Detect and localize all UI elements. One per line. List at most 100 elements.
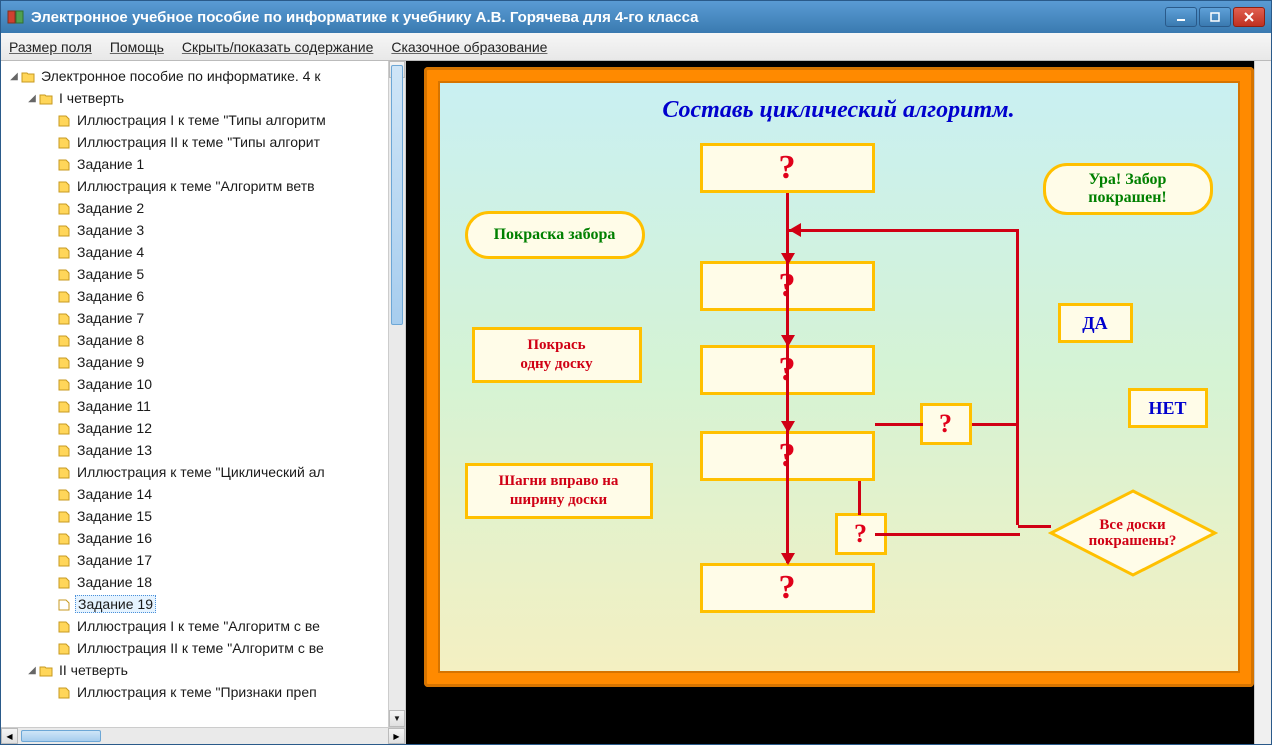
page-icon	[57, 488, 71, 500]
tree-item[interactable]: Задание 8	[1, 329, 405, 351]
label-yes[interactable]: ДА	[1058, 303, 1133, 343]
page-icon	[57, 180, 71, 192]
page-icon	[57, 114, 71, 126]
menu-help[interactable]: Помощь	[110, 39, 164, 55]
tree-item[interactable]: Иллюстрация к теме "Циклический ал	[1, 461, 405, 483]
page-icon	[57, 598, 71, 610]
page-icon	[57, 686, 71, 698]
tree-item[interactable]: Задание 7	[1, 307, 405, 329]
pill-right[interactable]: Ура! Забор покрашен!	[1043, 163, 1213, 215]
book-icon	[21, 70, 35, 82]
tree-item[interactable]: Иллюстрация II к теме "Алгоритм с ве	[1, 637, 405, 659]
hint-paint[interactable]: Покрась одну доску	[472, 327, 642, 383]
pill-left[interactable]: Покраска забора	[465, 211, 645, 259]
tree-item-label: Задание 16	[75, 530, 154, 546]
tree-item-label: Задание 9	[75, 354, 146, 370]
expand-toggle-icon[interactable]: ◢	[25, 665, 39, 676]
decision-diamond[interactable]: Все доскипокрашены?	[1048, 488, 1218, 578]
flow-line	[875, 533, 1020, 536]
tree-item[interactable]: Задание 14	[1, 483, 405, 505]
hint-step[interactable]: Шагни вправо на ширину доски	[465, 463, 653, 519]
tree-item-label: Задание 2	[75, 200, 146, 216]
toc-tree[interactable]: ◢Электронное пособие по информатике. 4 к…	[1, 61, 405, 727]
tree-vertical-scrollbar[interactable]: ▲ ▼	[388, 61, 405, 727]
tree-item-label: Задание 11	[75, 398, 153, 414]
tree-item[interactable]: Задание 11	[1, 395, 405, 417]
tree-item-label: Иллюстрация II к теме "Типы алгорит	[75, 134, 322, 150]
tree-item[interactable]: Задание 2	[1, 197, 405, 219]
label-no[interactable]: НЕТ	[1128, 388, 1208, 428]
menu-field-size[interactable]: Размер поля	[9, 39, 92, 55]
tree-item[interactable]: Задание 6	[1, 285, 405, 307]
menubar: Размер поля Помощь Скрыть/показать содер…	[1, 33, 1271, 61]
tree-item[interactable]: Задание 3	[1, 219, 405, 241]
sidebar: ◢Электронное пособие по информатике. 4 к…	[1, 61, 406, 744]
flow-line-loop-right	[1016, 229, 1019, 525]
slide-title: Составь циклический алгоритм.	[440, 83, 1238, 130]
tree-item-label: Задание 12	[75, 420, 154, 436]
tree-item[interactable]: Задание 4	[1, 241, 405, 263]
tree-item-label: Иллюстрация I к теме "Типы алгоритм	[75, 112, 328, 128]
tree-item-label: Иллюстрация к теме "Признаки преп	[75, 684, 319, 700]
tree-root[interactable]: ◢ Электронное пособие по информатике. 4 к	[1, 65, 405, 87]
slot-1[interactable]: ?	[700, 143, 875, 193]
scroll-right-arrow-icon[interactable]: ▶	[388, 728, 405, 744]
slot-5[interactable]: ?	[700, 563, 875, 613]
tree-item[interactable]: Задание 16	[1, 527, 405, 549]
tree-item[interactable]: Задание 18	[1, 571, 405, 593]
page-icon	[57, 356, 71, 368]
tree-item[interactable]: Задание 13	[1, 439, 405, 461]
scroll-down-arrow-icon[interactable]: ▼	[389, 710, 405, 727]
flow-line	[972, 423, 1018, 426]
tree-item[interactable]: Задание 1	[1, 153, 405, 175]
tree-quarter-1[interactable]: ◢ I четверть	[1, 87, 405, 109]
tree-item-label: Задание 14	[75, 486, 154, 502]
slot-small-1[interactable]: ?	[920, 403, 972, 445]
tree-item[interactable]: Иллюстрация I к теме "Типы алгоритм	[1, 109, 405, 131]
tree-item[interactable]: Задание 15	[1, 505, 405, 527]
tree-item[interactable]: Задание 5	[1, 263, 405, 285]
tree-item[interactable]: Иллюстрация к теме "Признаки преп	[1, 681, 405, 703]
tree-item-label: Задание 4	[75, 244, 146, 260]
arrowhead-icon	[781, 253, 795, 265]
tree-quarter-2[interactable]: ◢ II четверть	[1, 659, 405, 681]
page-icon	[57, 224, 71, 236]
minimize-button[interactable]	[1165, 7, 1197, 27]
tree-item-label: Задание 7	[75, 310, 146, 326]
expand-toggle-icon[interactable]: ◢	[7, 71, 21, 82]
tree-item-label: Задание 3	[75, 222, 146, 238]
scroll-thumb[interactable]	[391, 65, 403, 325]
tree-item-label: II четверть	[57, 662, 130, 678]
expand-toggle-icon[interactable]: ◢	[25, 93, 39, 104]
tree-item-label: I четверть	[57, 90, 126, 106]
tree-item-label: Задание 8	[75, 332, 146, 348]
tree-item[interactable]: Иллюстрация I к теме "Алгоритм с ве	[1, 615, 405, 637]
scroll-left-arrow-icon[interactable]: ◀	[1, 728, 18, 744]
tree-item[interactable]: Иллюстрация II к теме "Типы алгорит	[1, 131, 405, 153]
page-icon	[57, 202, 71, 214]
app-icon	[7, 8, 25, 26]
scroll-thumb-h[interactable]	[21, 730, 101, 742]
close-button[interactable]	[1233, 7, 1265, 27]
tree-item-label: Задание 6	[75, 288, 146, 304]
tree-item[interactable]: Задание 10	[1, 373, 405, 395]
flow-line-vertical	[786, 193, 789, 563]
flow-line-loop-top	[788, 229, 1018, 232]
page-icon	[57, 444, 71, 456]
tree-item[interactable]: Задание 19	[1, 593, 405, 615]
window-title: Электронное учебное пособие по информати…	[31, 9, 699, 26]
tree-item-label: Задание 19	[75, 595, 156, 613]
tree-item[interactable]: Задание 17	[1, 549, 405, 571]
tree-item[interactable]: Иллюстрация к теме "Алгоритм ветв	[1, 175, 405, 197]
maximize-button[interactable]	[1199, 7, 1231, 27]
menu-fairytale-edu[interactable]: Сказочное образование	[391, 39, 547, 55]
menu-toggle-toc[interactable]: Скрыть/показать содержание	[182, 39, 373, 55]
page-icon	[57, 466, 71, 478]
page-icon	[57, 378, 71, 390]
tree-horizontal-scrollbar[interactable]: ◀ ▶	[1, 727, 405, 744]
tree-item[interactable]: Задание 12	[1, 417, 405, 439]
tree-item-label: Задание 17	[75, 552, 154, 568]
viewer-scrollbar[interactable]	[1254, 61, 1271, 744]
tree-item[interactable]: Задание 9	[1, 351, 405, 373]
tree-item-label: Электронное пособие по информатике. 4 к	[39, 68, 322, 84]
